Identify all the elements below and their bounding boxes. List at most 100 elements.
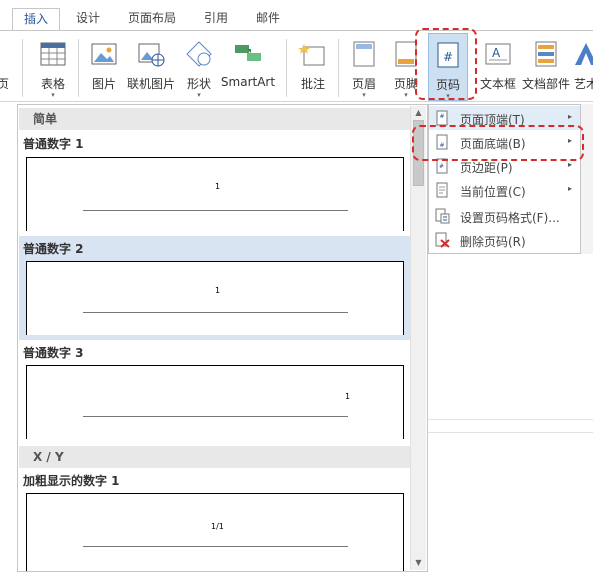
scroll-up-icon[interactable]: ▲ — [411, 106, 426, 120]
preview-page-number: 1 — [345, 392, 351, 401]
shapes-icon — [186, 41, 212, 67]
gallery-item-label: 普通数字 1 — [23, 137, 84, 151]
gallery-item-label: 加粗显示的数字 1 — [23, 474, 120, 488]
gallery-item-preview-3[interactable]: 1 — [26, 365, 404, 439]
bottom-of-page-icon: # — [436, 134, 448, 150]
gallery-item-preview-4[interactable]: 1/1 — [26, 493, 404, 571]
page-margins-icon: # — [436, 158, 448, 174]
submenu-arrow-icon: ▸ — [567, 112, 572, 121]
wordart-button[interactable]: 艺术 — [574, 33, 593, 101]
comment-label: 批注 — [300, 77, 325, 91]
ribbon-separator — [22, 39, 23, 97]
pages-icon — [0, 39, 13, 69]
comment-icon — [298, 44, 325, 66]
wordart-icon — [575, 43, 593, 65]
current-position-icon — [436, 182, 448, 198]
ribbon-separator — [286, 39, 287, 97]
online-picture-icon — [138, 43, 165, 67]
ribbon-separator — [338, 39, 339, 97]
table-icon — [40, 42, 66, 66]
preview-rule — [83, 416, 348, 417]
textbox-button[interactable]: A 文本框 — [478, 33, 518, 101]
picture-icon — [91, 43, 117, 65]
menu-item-label: 页面底端(B) — [460, 137, 526, 151]
menu-item-label: 页面顶端(T) — [460, 113, 525, 127]
online-picture-label: 联机图片 — [126, 77, 175, 91]
tab-page-layout[interactable]: 页面布局 — [118, 8, 186, 30]
menu-item-label: 当前位置(C) — [460, 185, 526, 199]
ribbon-tab-bar: 插入 设计 页面布局 引用 邮件 — [0, 0, 593, 31]
remove-page-numbers-icon — [435, 232, 450, 248]
chevron-down-icon: ▾ — [197, 91, 201, 99]
ribbon-separator — [78, 39, 79, 97]
chevron-down-icon: ▾ — [404, 91, 408, 99]
tab-mailings[interactable]: 邮件 — [246, 8, 290, 30]
menu-item-label: 删除页码(R) — [460, 235, 526, 249]
quick-parts-button[interactable]: 文档部件 — [520, 33, 572, 101]
header-button[interactable]: 页眉 ▾ — [346, 33, 382, 101]
scrollbar-thumb[interactable] — [413, 120, 424, 186]
menu-item-bottom-of-page[interactable]: # 页面底端(B) ▸ — [429, 130, 580, 154]
hash-glyph: # — [439, 163, 444, 170]
menu-item-label: 页边距(P) — [460, 161, 513, 175]
gallery-item-label: 普通数字 3 — [23, 346, 84, 360]
gallery-scrollbar[interactable]: ▲ ▼ — [410, 106, 426, 570]
submenu-arrow-icon: ▸ — [567, 136, 572, 145]
textbox-label: 文本框 — [479, 77, 516, 91]
header-label: 页眉 — [351, 77, 376, 91]
submenu-arrow-icon: ▸ — [567, 184, 572, 193]
gallery-item-label: 普通数字 2 — [23, 242, 84, 256]
quick-parts-icon — [535, 41, 557, 67]
menu-item-top-of-page[interactable]: # 页面顶端(T) ▸ — [429, 106, 580, 130]
section-header-xy: X / Y — [19, 446, 411, 468]
preview-rule — [83, 312, 348, 313]
menu-item-page-margins[interactable]: # 页边距(P) ▸ — [429, 154, 580, 178]
textbox-icon: A — [485, 43, 511, 65]
quick-parts-label: 文档部件 — [521, 77, 570, 91]
tab-references[interactable]: 引用 — [194, 8, 238, 30]
smartart-label: SmartArt — [220, 75, 276, 89]
preview-page-number: 1/1 — [211, 522, 224, 531]
scroll-down-icon[interactable]: ▼ — [411, 556, 426, 570]
preview-page-number: 1 — [215, 182, 221, 191]
footer-label: 页脚 — [393, 77, 418, 91]
gallery-item-preview-2[interactable]: 1 — [26, 261, 404, 335]
partial-pages-button[interactable]: 页 — [0, 33, 14, 101]
footer-button[interactable]: 页脚 ▾ — [388, 33, 424, 101]
table-button[interactable]: 表格 ▾ — [33, 33, 73, 101]
format-page-numbers-icon — [435, 208, 450, 224]
tab-design[interactable]: 设计 — [66, 8, 110, 30]
textbox-a-glyph: A — [492, 46, 501, 60]
submenu-arrow-icon: ▸ — [567, 160, 572, 169]
document-area — [428, 254, 593, 572]
comment-button[interactable]: 批注 — [294, 33, 332, 101]
smartart-icon — [235, 45, 261, 61]
tab-insert[interactable]: 插入 — [12, 8, 60, 31]
menu-item-format-page-numbers[interactable]: 设置页码格式(F)... — [429, 204, 580, 228]
picture-label: 图片 — [91, 77, 116, 91]
smartart-button[interactable]: SmartArt — [220, 33, 276, 101]
page-number-button[interactable]: # 页码 ▾ — [428, 33, 468, 101]
online-picture-button[interactable]: 联机图片 — [124, 33, 178, 101]
preview-rule — [83, 210, 348, 211]
menu-item-label: 设置页码格式(F)... — [460, 211, 560, 225]
gallery-item-preview-1[interactable]: 1 — [26, 157, 404, 231]
picture-button[interactable]: 图片 — [86, 33, 122, 101]
page-number-gallery: 简单 普通数字 1 1 普通数字 2 1 普通数字 3 1 X / Y 加粗显示… — [17, 104, 428, 572]
menu-item-current-position[interactable]: 当前位置(C) ▸ — [429, 178, 580, 202]
menu-item-remove-page-numbers[interactable]: 删除页码(R) — [429, 228, 580, 252]
page-number-label: 页码 — [435, 78, 460, 92]
preview-rule — [83, 546, 348, 547]
hash-glyph: # — [439, 142, 444, 149]
footer-icon — [395, 41, 417, 67]
top-of-page-icon: # — [436, 110, 448, 126]
hash-glyph: # — [443, 50, 453, 64]
partial-pages-label: 页 — [0, 77, 9, 91]
ribbon: 页 表格 ▾ 图片 联机图片 形状 ▾ SmartArt 批注 页眉 ▾ 页脚 … — [0, 30, 593, 102]
document-rule — [428, 419, 593, 420]
hash-glyph: # — [439, 113, 444, 120]
chevron-down-icon: ▾ — [51, 91, 55, 99]
shapes-button[interactable]: 形状 ▾ — [180, 33, 218, 101]
chevron-down-icon: ▾ — [362, 91, 366, 99]
page-number-menu: # 页面顶端(T) ▸ # 页面底端(B) ▸ # 页边距(P) ▸ 当前位置(… — [428, 104, 581, 254]
